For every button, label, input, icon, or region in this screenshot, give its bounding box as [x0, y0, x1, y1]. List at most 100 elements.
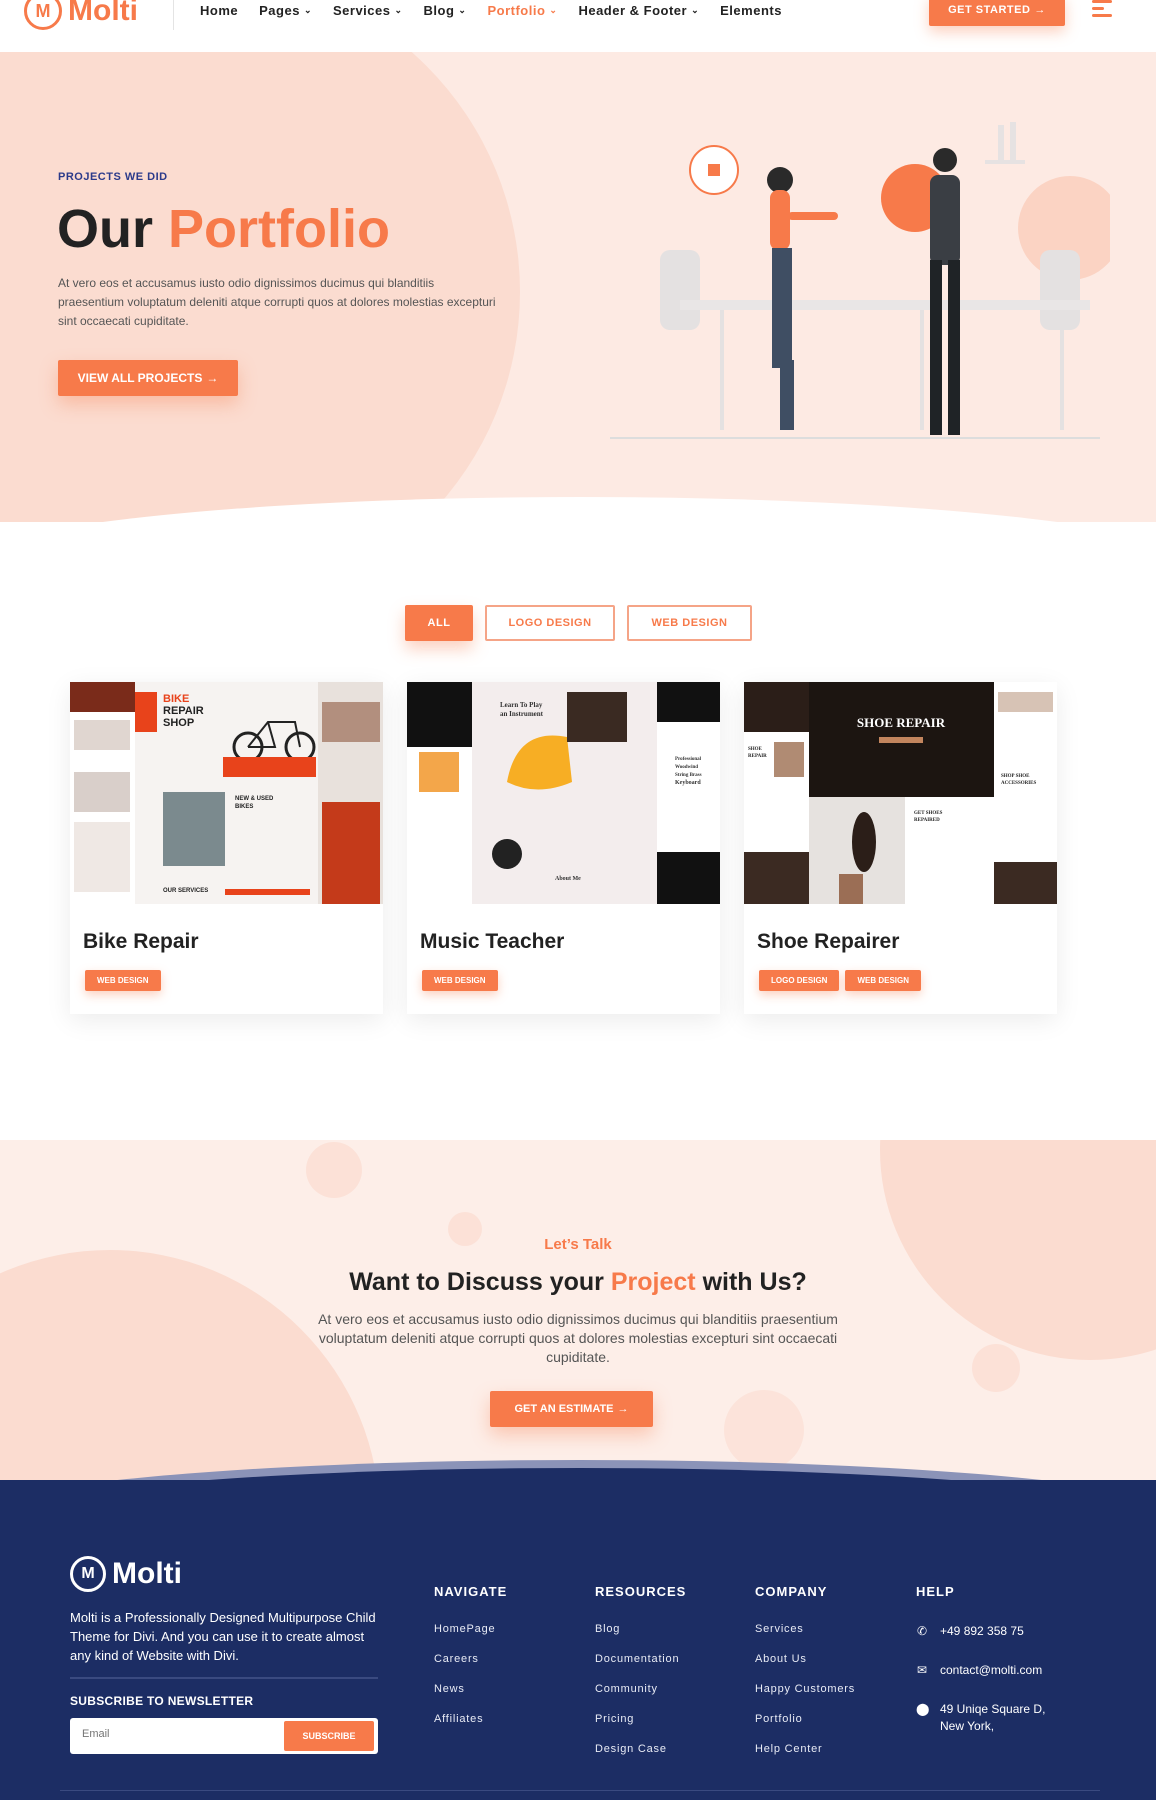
logo[interactable]: M Molti: [24, 0, 138, 30]
arrow-right-icon: →: [206, 371, 219, 385]
footer-col-resources: RESOURCES Blog Documentation Community P…: [595, 1584, 686, 1773]
thumb-text: REPAIR: [163, 705, 204, 717]
project-card[interactable]: Learn To Play an Instrument About Me Pro…: [407, 682, 720, 1014]
footer-link-affiliates[interactable]: Affiliates: [434, 1713, 507, 1743]
thumb-text: GET SHOES: [914, 811, 943, 816]
project-title: Shoe Repairer: [757, 930, 900, 953]
footer-link-homepage[interactable]: HomePage: [434, 1623, 507, 1653]
thumb-text: REPAIR: [748, 754, 767, 759]
main-nav: Home Pages ⌄ Services ⌄ Blog ⌄ Portfolio ⌄ H…: [200, 3, 782, 18]
footer-col-title: RESOURCES: [595, 1584, 687, 1599]
nav-item-portfolio[interactable]: Portfolio ⌄: [487, 3, 557, 18]
thumb-text: BIKE: [163, 693, 189, 705]
chevron-down-icon: ⌄: [394, 5, 403, 15]
filter-logo-design[interactable]: LOGO DESIGN: [485, 605, 615, 641]
subscribe-button[interactable]: SUBSCRIBE: [284, 1721, 374, 1751]
hero-eyebrow: PROJECTS WE DID: [58, 171, 168, 183]
tag-logo-design[interactable]: LOGO DESIGN: [759, 970, 840, 991]
location-pin-icon: ⬤: [916, 1702, 930, 1716]
thumb-text: SHOE REPAIR: [857, 715, 946, 730]
project-card[interactable]: BIKE REPAIR SHOP NEW & USED BIKES OUR SE…: [70, 682, 383, 1014]
footer-link-careers[interactable]: Careers: [434, 1653, 507, 1683]
view-all-projects-button[interactable]: VIEW ALL PROJECTS →: [58, 360, 238, 396]
filter-all[interactable]: ALL: [405, 605, 473, 641]
email-field[interactable]: [82, 1728, 262, 1740]
footer-link-about-us[interactable]: About Us: [755, 1653, 855, 1683]
nav-item-services[interactable]: Services ⌄: [333, 3, 403, 18]
filter-web-design[interactable]: WEB DESIGN: [627, 605, 752, 641]
site-header: M Molti Home Pages ⌄ Services ⌄ Blog ⌄ Port…: [0, 0, 1156, 52]
project-thumbnail: BIKE REPAIR SHOP NEW & USED BIKES OUR SE…: [70, 682, 383, 904]
footer-link-happy-customers[interactable]: Happy Customers: [755, 1683, 855, 1713]
logo-mark-icon: M: [24, 0, 62, 30]
footer-email[interactable]: ✉ contact@molti.com: [916, 1662, 1070, 1679]
thumb-text: BIKES: [235, 804, 253, 810]
project-card[interactable]: SHOE REPAIR SHOE REPAIR GET SHOES REPAIR…: [744, 682, 1057, 1014]
newsletter-form: SUBSCRIBE: [70, 1718, 378, 1754]
project-title: Bike Repair: [83, 930, 199, 953]
footer-link-help-center[interactable]: Help Center: [755, 1743, 855, 1773]
newsletter-title: SUBSCRIBE TO NEWSLETTER: [70, 1694, 254, 1708]
chevron-down-icon: ⌄: [691, 5, 700, 15]
footer-link-design-case[interactable]: Design Case: [595, 1743, 686, 1773]
footer-link-pricing[interactable]: Pricing: [595, 1713, 686, 1743]
cta-eyebrow: Let’s Talk: [544, 1236, 612, 1253]
footer-col-help: HELP ✆ +49 892 358 75 ✉ contact@molti.co…: [916, 1584, 1070, 1757]
nav-item-blog[interactable]: Blog ⌄: [424, 3, 467, 18]
decor-circle: [972, 1344, 1020, 1392]
thumb-text: an Instrument: [500, 710, 544, 718]
footer-col-navigate: NAVIGATE HomePage Careers News Affiliate…: [434, 1584, 507, 1743]
portfolio-filters: ALL LOGO DESIGN WEB DESIGN: [405, 605, 752, 641]
project-tags: WEB DESIGN: [85, 970, 161, 991]
thumb-text: String Brass: [675, 773, 702, 778]
footer-logo-text: Molti: [112, 1557, 182, 1590]
footer-about: Molti is a Professionally Designed Multi…: [70, 1610, 376, 1663]
tag-web-design[interactable]: WEB DESIGN: [845, 970, 922, 991]
footer-col-company: COMPANY Services About Us Happy Customer…: [755, 1584, 855, 1773]
hero-description: At vero eos et accusamus iusto odio dign…: [58, 276, 496, 328]
footer-phone[interactable]: ✆ +49 892 358 75: [916, 1623, 1070, 1640]
thumb-text: Learn To Play: [500, 701, 543, 709]
thumb-text: SHOP: [163, 717, 194, 729]
page-title: Our Portfolio: [57, 199, 390, 259]
footer-link-portfolio[interactable]: Portfolio: [755, 1713, 855, 1743]
tag-web-design[interactable]: WEB DESIGN: [85, 970, 161, 991]
mail-icon: ✉: [916, 1663, 928, 1677]
footer-link-services[interactable]: Services: [755, 1623, 855, 1653]
footer-address: ⬤ 49 Uniqe Square D, New York,: [916, 1702, 1046, 1733]
footer-link-blog[interactable]: Blog: [595, 1623, 686, 1653]
cta-description: At vero eos et accusamus iusto odio dign…: [318, 1311, 838, 1365]
footer-col-title: HELP: [916, 1584, 955, 1599]
get-estimate-button[interactable]: GET AN ESTIMATE →: [490, 1391, 653, 1427]
nav-item-pages[interactable]: Pages ⌄: [259, 3, 312, 18]
tag-web-design[interactable]: WEB DESIGN: [422, 970, 498, 991]
footer-divider: [70, 1677, 378, 1679]
footer-link-documentation[interactable]: Documentation: [595, 1653, 686, 1683]
phone-icon: ✆: [916, 1624, 928, 1638]
project-title: Music Teacher: [420, 930, 565, 953]
footer-logo[interactable]: M Molti: [70, 1556, 182, 1592]
nav-item-header-footer[interactable]: Header & Footer ⌄: [578, 3, 699, 18]
get-started-button[interactable]: GET STARTED →: [929, 0, 1065, 26]
chevron-down-icon: ⌄: [303, 5, 312, 15]
project-thumbnail: SHOE REPAIR SHOE REPAIR GET SHOES REPAIR…: [744, 682, 1057, 904]
chevron-down-icon: ⌄: [549, 5, 558, 15]
footer-bottom-divider: [60, 1790, 1100, 1791]
menu-icon[interactable]: [1092, 0, 1112, 21]
footer-link-community[interactable]: Community: [595, 1683, 686, 1713]
nav-item-home[interactable]: Home: [200, 3, 238, 18]
arrow-right-icon: →: [617, 1403, 629, 1415]
thumb-text: OUR SERVICES: [163, 888, 208, 894]
decor-circle: [724, 1390, 804, 1470]
thumb-text: Professional: [675, 757, 702, 762]
logo-text: Molti: [68, 0, 138, 27]
decor-circle: [306, 1142, 362, 1198]
project-thumbnail: Learn To Play an Instrument About Me Pro…: [407, 682, 720, 904]
footer-link-news[interactable]: News: [434, 1683, 507, 1713]
cta-title: Want to Discuss your Project with Us?: [349, 1268, 807, 1296]
project-tags: LOGO DESIGN WEB DESIGN: [759, 970, 922, 991]
footer-col-title: NAVIGATE: [434, 1584, 508, 1599]
nav-item-elements[interactable]: Elements: [720, 3, 782, 18]
thumb-text: Woodwind: [675, 765, 698, 770]
thumb-text: About Me: [555, 876, 581, 882]
